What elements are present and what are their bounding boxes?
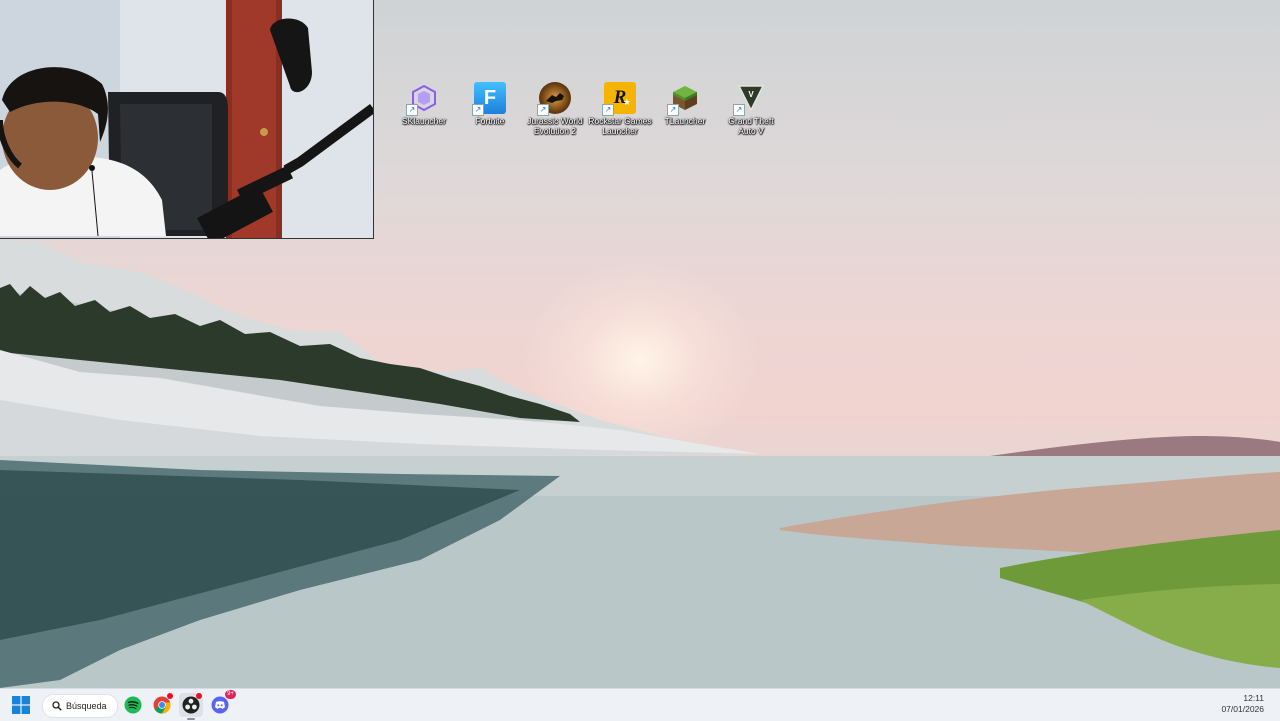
desktop-icon-label: Jurassic World Evolution 2 xyxy=(527,116,583,136)
desktop-icon-label: Rockstar Games Launcher xyxy=(588,116,652,136)
desktop-icon-label: SKlauncher xyxy=(402,116,446,126)
taskbar-clock[interactable]: 12:11 07/01/2026 xyxy=(1221,693,1264,715)
shortcut-arrow-icon: ↗ xyxy=(602,104,614,116)
shortcut-arrow-icon: ↗ xyxy=(537,104,549,116)
taskbar-app-chrome[interactable] xyxy=(150,693,174,717)
sklauncher-icon: ↗ xyxy=(406,82,440,116)
fortnite-icon: F ↗ xyxy=(472,82,506,116)
start-button[interactable] xyxy=(9,693,33,717)
svg-text:V: V xyxy=(748,90,754,99)
clock-date: 07/01/2026 xyxy=(1221,704,1264,714)
taskbar-app-spotify[interactable] xyxy=(121,693,145,717)
jurassic-world-icon: ↗ xyxy=(537,82,571,116)
shortcut-arrow-icon: ↗ xyxy=(406,104,418,116)
clock-time: 12:11 xyxy=(1243,693,1264,703)
rockstar-icon: R ★ ↗ xyxy=(602,82,636,116)
search-icon xyxy=(52,701,62,711)
discord-icon xyxy=(211,696,229,714)
desktop-icon-label: Fortnite xyxy=(475,116,505,126)
desktop-icon-label: Grand Theft Auto V xyxy=(728,116,774,136)
recording-dot xyxy=(196,693,202,699)
search-label: Búsqueda xyxy=(66,701,107,711)
taskbar-search[interactable]: Búsqueda xyxy=(42,694,118,718)
notification-dot xyxy=(167,693,173,699)
taskbar-app-discord[interactable]: 9+ xyxy=(208,690,236,717)
taskbar: Búsqueda 9+ 12:11 07/01/2026 xyxy=(0,688,1280,721)
webcam-feed xyxy=(0,0,373,238)
tlauncher-icon: ↗ xyxy=(667,82,701,116)
shortcut-arrow-icon: ↗ xyxy=(733,104,745,116)
desktop-icon-fortnite[interactable]: F ↗ Fortnite xyxy=(458,82,522,127)
desktop-icon-gta-v[interactable]: V ↗ Grand Theft Auto V xyxy=(719,82,783,136)
desktop-icon-jurassic-world[interactable]: ↗ Jurassic World Evolution 2 xyxy=(523,82,587,136)
desktop-icon-sklauncher[interactable]: ↗ SKlauncher xyxy=(392,82,456,127)
taskbar-app-obs[interactable] xyxy=(179,693,203,720)
desktop-icon-label: TLauncher xyxy=(664,116,706,126)
desktop-icon-rockstar[interactable]: R ★ ↗ Rockstar Games Launcher xyxy=(588,82,652,136)
gta-v-icon: V ↗ xyxy=(733,82,767,116)
shortcut-arrow-icon: ↗ xyxy=(667,104,679,116)
shortcut-arrow-icon: ↗ xyxy=(472,104,484,116)
discord-unread-badge: 9+ xyxy=(225,690,236,699)
windows-logo-icon xyxy=(12,696,30,714)
spotify-icon xyxy=(124,696,142,714)
desktop-icon-tlauncher[interactable]: ↗ TLauncher xyxy=(653,82,717,127)
webcam-overlay xyxy=(0,0,374,239)
